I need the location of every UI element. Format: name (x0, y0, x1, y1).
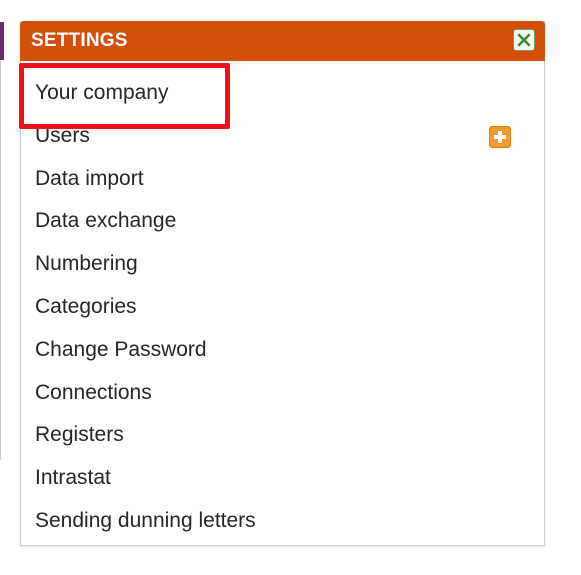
menu-item-label: Data import (35, 166, 144, 190)
add-plus-icon (494, 130, 506, 143)
background-window-edge (0, 22, 4, 60)
menu-item-data-exchange[interactable]: Data exchange (21, 200, 544, 243)
menu-item-label: Change Password (35, 337, 207, 361)
menu-item-connections[interactable]: Connections (21, 372, 544, 415)
menu-item-intrastat[interactable]: Intrastat (21, 457, 544, 500)
menu-item-label: Registers (35, 423, 124, 447)
menu-item-categories[interactable]: Categories (21, 286, 544, 329)
menu-item-registers[interactable]: Registers (21, 414, 544, 457)
close-x-icon (517, 33, 531, 47)
panel-title: SETTINGS (31, 30, 128, 51)
menu-item-label: Your company (35, 81, 169, 104)
menu-item-users[interactable]: Users (21, 115, 544, 158)
add-user-button[interactable] (489, 125, 511, 148)
background-window-border (0, 60, 1, 460)
close-button[interactable] (513, 29, 535, 51)
menu-item-label: Sending dunning letters (35, 508, 256, 532)
menu-item-label: Connections (35, 380, 152, 404)
menu-item-label: Users (35, 123, 90, 147)
menu-item-label: Intrastat (35, 466, 111, 490)
menu-item-numbering[interactable]: Numbering (21, 243, 544, 286)
page: SETTINGS Your company Users Data import … (0, 0, 581, 575)
settings-panel-header: SETTINGS (20, 21, 545, 61)
menu-item-sending-dunning-letters[interactable]: Sending dunning letters (21, 500, 544, 543)
settings-menu: Your company Users Data import Data exch… (21, 72, 544, 543)
menu-item-your-company[interactable]: Your company (21, 72, 544, 115)
menu-item-label: Categories (35, 294, 137, 318)
menu-item-label: Numbering (35, 252, 138, 276)
menu-item-label: Data exchange (35, 209, 177, 233)
menu-item-change-password[interactable]: Change Password (21, 329, 544, 372)
settings-panel: SETTINGS Your company Users Data import … (20, 21, 545, 546)
menu-item-data-import[interactable]: Data import (21, 158, 544, 201)
